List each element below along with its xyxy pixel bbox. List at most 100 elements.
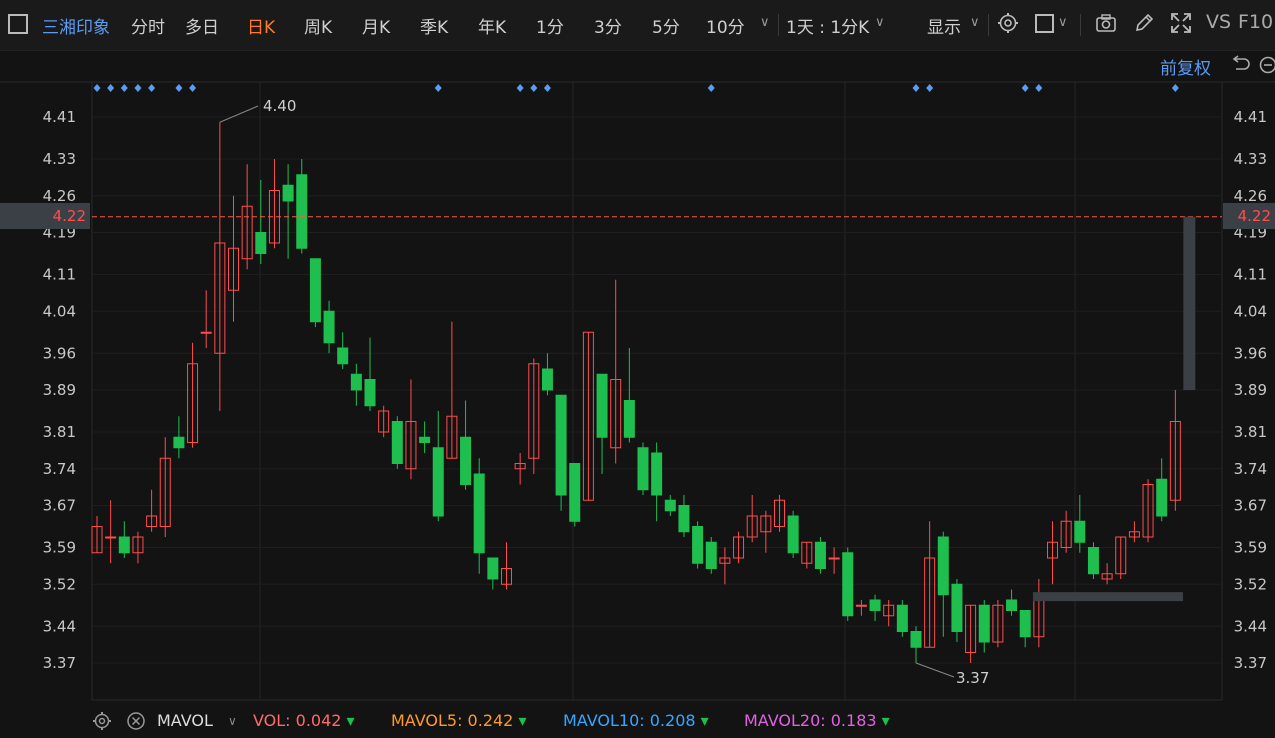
candle-body — [951, 583, 963, 632]
tab-fenshi[interactable]: 分时 — [131, 13, 165, 38]
chevron-down-icon[interactable]: ∨ — [875, 15, 885, 30]
candle-body — [910, 631, 922, 648]
tab-monthly-k[interactable]: 月K — [362, 13, 390, 38]
volume-indicator-value: 0.183 — [825, 711, 877, 730]
current-price-label: 4.22 — [1237, 207, 1271, 225]
price-tick-label: 4.33 — [1234, 150, 1267, 168]
event-marker-icon — [1021, 84, 1029, 92]
event-marker-icon — [1035, 84, 1043, 92]
candle-body — [255, 232, 267, 254]
undo-icon[interactable] — [1230, 55, 1252, 75]
candle-body — [432, 447, 444, 517]
tab-quarterly-k[interactable]: 季K — [420, 13, 448, 38]
event-marker-icon — [707, 84, 715, 92]
price-adjust-mode[interactable]: 前复权 — [1160, 54, 1211, 79]
price-tick-label: 3.81 — [43, 423, 76, 441]
event-marker-icon — [434, 84, 442, 92]
current-price-tag-left: 4.22 — [0, 203, 90, 229]
event-marker-icon — [120, 84, 128, 92]
candle-body — [282, 184, 294, 202]
candle-body — [814, 541, 826, 569]
candle-body — [569, 463, 581, 522]
candle-body — [323, 310, 335, 344]
price-tick-label: 4.04 — [1234, 302, 1267, 320]
tab-10min[interactable]: 10分 — [706, 13, 745, 38]
event-marker-icon — [134, 84, 142, 92]
candle-body — [541, 368, 553, 391]
price-tick-label: 4.11 — [1234, 266, 1267, 284]
price-tick-label: 3.37 — [1234, 654, 1267, 672]
price-tick-label: 3.67 — [43, 497, 76, 515]
event-marker-icon — [148, 84, 156, 92]
event-marker-icon — [926, 84, 934, 92]
event-markers — [93, 84, 1179, 92]
f10-button[interactable]: F10 — [1238, 11, 1273, 33]
trend-down-icon: ▾ — [695, 711, 709, 730]
high-price-label: 4.40 — [263, 97, 296, 115]
event-marker-icon — [175, 84, 183, 92]
pending-bar — [1183, 216, 1196, 390]
camera-icon[interactable] — [1095, 12, 1117, 34]
pencil-icon[interactable] — [1133, 12, 1155, 34]
tab-yearly-k[interactable]: 年K — [478, 13, 506, 38]
tab-daily-k[interactable]: 日K — [247, 13, 275, 38]
chevron-down-icon[interactable]: ∨ — [760, 15, 770, 30]
tab-multiday[interactable]: 多日 — [185, 13, 219, 38]
combo-period-select[interactable]: 1天 : 1分K — [786, 13, 869, 38]
volume-indicator-value: 0.208 — [644, 711, 696, 730]
trend-down-icon: ▾ — [513, 711, 527, 730]
fullscreen-icon[interactable] — [1170, 12, 1192, 34]
stock-name[interactable]: 三湘印象 — [42, 13, 110, 38]
tab-3min[interactable]: 3分 — [594, 13, 622, 38]
chevron-down-icon[interactable]: ∨ — [228, 714, 237, 728]
range-bar — [1033, 592, 1183, 602]
candle-body — [350, 373, 362, 391]
tab-1min[interactable]: 1分 — [536, 13, 564, 38]
candle-body — [105, 536, 117, 539]
candle-body — [678, 505, 690, 533]
sidebar-toggle-icon[interactable] — [8, 14, 28, 34]
candle-body — [937, 536, 949, 596]
candle-body — [1019, 610, 1031, 638]
candle-body — [487, 557, 499, 580]
checkbox-icon[interactable] — [1035, 14, 1054, 33]
chevron-down-icon[interactable]: ∨ — [1058, 15, 1068, 30]
gear-icon[interactable] — [92, 711, 112, 731]
volume-indicator-item: MAVOL10: 0.208 ▾ — [563, 711, 709, 730]
trend-down-icon: ▾ — [876, 711, 890, 730]
current-price-label: 4.22 — [52, 207, 86, 225]
price-tick-label: 3.52 — [1234, 575, 1267, 593]
price-tick-label: 3.96 — [1234, 344, 1267, 362]
display-menu[interactable]: 显示 — [927, 13, 961, 38]
zoom-out-icon[interactable] — [1258, 55, 1275, 75]
tab-5min[interactable]: 5分 — [652, 13, 680, 38]
candle-body — [596, 373, 608, 438]
candle-body — [364, 379, 376, 407]
volume-indicator-item: MAVOL20: 0.183 ▾ — [744, 711, 890, 730]
price-tick-label: 3.89 — [43, 381, 76, 399]
candle-body — [555, 394, 567, 496]
volume-indicator-label: MAVOL10: — [563, 711, 645, 730]
indicator-name[interactable]: MAVOL — [157, 711, 213, 730]
price-tick-label: 3.59 — [1234, 539, 1267, 557]
candle-body — [705, 541, 717, 569]
candle-body — [296, 174, 308, 249]
chevron-down-icon[interactable]: ∨ — [970, 15, 980, 30]
divider — [988, 14, 989, 36]
close-icon[interactable] — [126, 711, 146, 731]
divider — [778, 14, 779, 36]
price-tick-label: 3.52 — [43, 575, 76, 593]
price-tick-label: 3.81 — [1234, 423, 1267, 441]
volume-indicator-item: MAVOL5: 0.242 ▾ — [391, 711, 526, 730]
event-marker-icon — [543, 84, 551, 92]
candlestick-chart[interactable]: 4.414.334.264.194.114.043.963.893.813.74… — [0, 80, 1275, 704]
tab-weekly-k[interactable]: 周K — [304, 13, 332, 38]
candles — [91, 122, 1181, 663]
candle-body — [896, 604, 908, 632]
vs-button[interactable]: VS — [1206, 11, 1231, 33]
event-marker-icon — [189, 84, 197, 92]
event-marker-icon — [530, 84, 538, 92]
gear-icon[interactable] — [997, 12, 1019, 34]
volume-indicator-item: VOL: 0.042 ▾ — [253, 711, 355, 730]
candle-body — [978, 604, 990, 643]
